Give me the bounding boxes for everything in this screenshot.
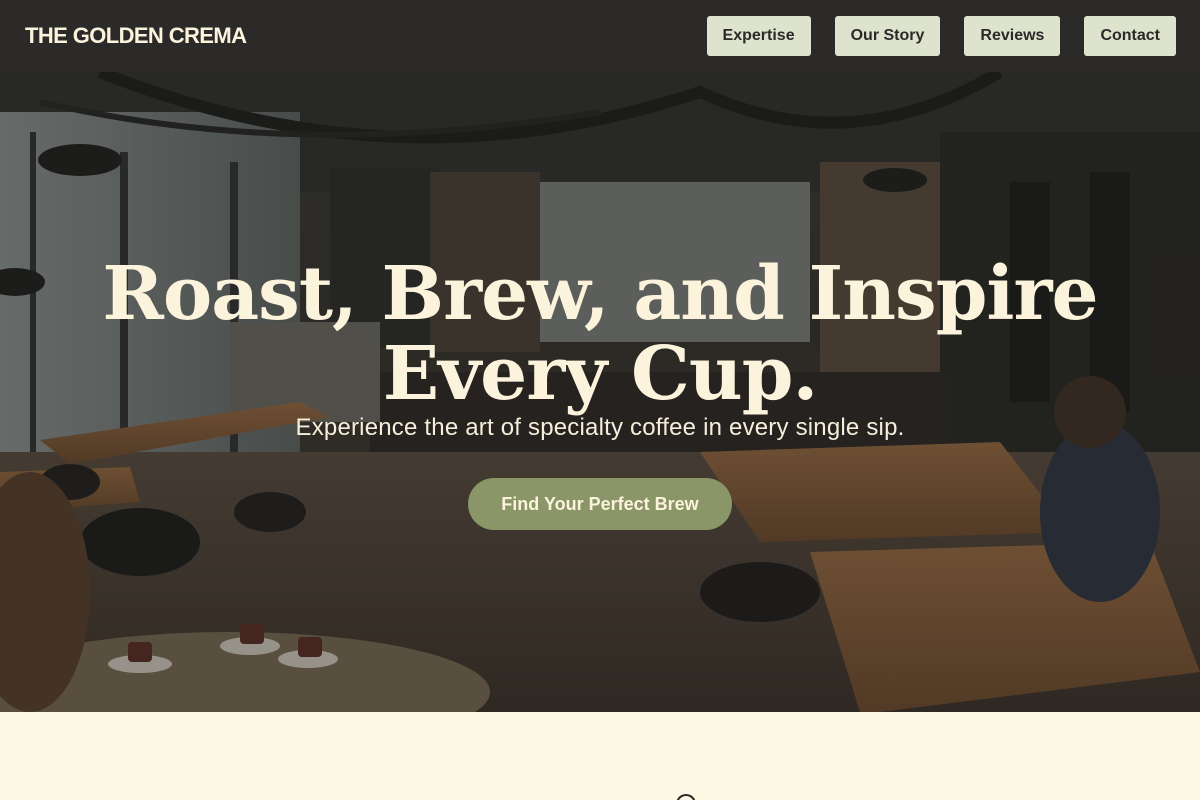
hero-section: Roast, Brew, and Inspire Every Cup. Expe… [0, 72, 1200, 712]
nav-reviews-button[interactable]: Reviews [964, 16, 1061, 56]
nav-contact-button[interactable]: Contact [1084, 16, 1176, 56]
find-brew-button[interactable]: Find Your Perfect Brew [468, 478, 732, 530]
hero-subtitle: Experience the art of specialty coffee i… [295, 414, 905, 441]
section-icon-peek [676, 794, 696, 800]
content-section [0, 712, 1200, 800]
main-nav: Expertise Our Story Reviews Contact [706, 16, 1176, 56]
brand-logo[interactable]: THE GOLDEN CREMA [25, 23, 247, 49]
site-header: THE GOLDEN CREMA Expertise Our Story Rev… [0, 0, 1200, 72]
nav-our-story-button[interactable]: Our Story [834, 16, 941, 56]
nav-expertise-button[interactable]: Expertise [706, 16, 811, 56]
hero-title: Roast, Brew, and Inspire Every Cup. [102, 251, 1098, 417]
